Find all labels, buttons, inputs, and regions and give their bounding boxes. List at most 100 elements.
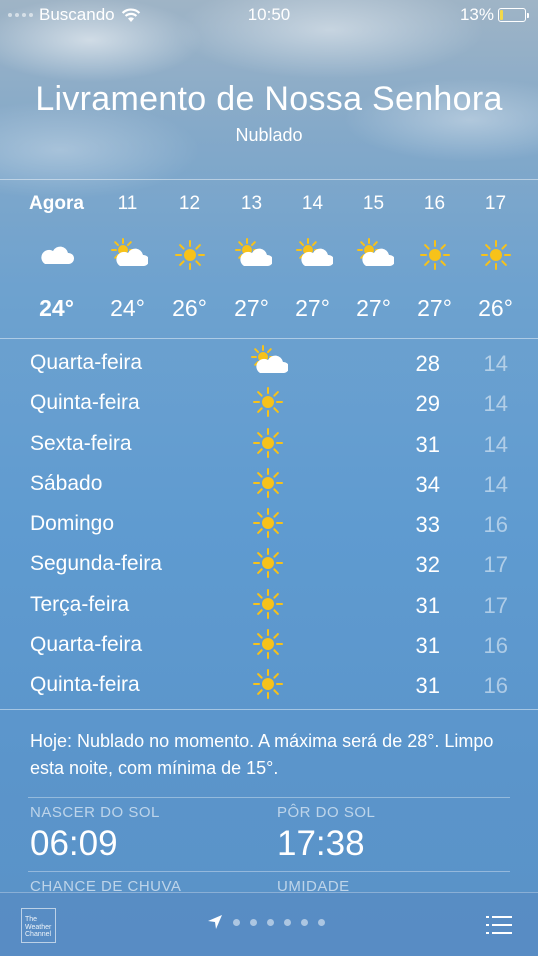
sun-icon xyxy=(248,587,288,621)
page-dot[interactable] xyxy=(284,918,291,926)
hour-temperature: 27° xyxy=(295,295,330,321)
page-indicator[interactable] xyxy=(207,914,325,930)
sun-icon xyxy=(248,466,288,500)
hour-label: Agora xyxy=(29,193,84,214)
battery-icon xyxy=(498,8,529,22)
day-high: 28 xyxy=(415,351,440,376)
day-low: 17 xyxy=(483,552,508,578)
page-dot[interactable] xyxy=(318,918,325,926)
sunrise-value: 06:09 xyxy=(30,824,118,863)
partly-cloudy-icon xyxy=(293,238,334,272)
sun-icon xyxy=(248,385,288,419)
daily-forecast: Quarta-feira 28 14 Quinta-feira 29 14 Sexta-fe… xyxy=(0,343,538,706)
day-row: Terça-feira 31 17 xyxy=(0,585,538,625)
partly-cloudy-icon xyxy=(248,345,290,379)
hour-column: 12 26° xyxy=(159,180,220,338)
hour-column: 14 27° xyxy=(282,180,343,338)
clock: 10:50 xyxy=(247,5,291,24)
partly-cloudy-icon xyxy=(108,238,149,272)
status-bar: Buscando 10:50 13% xyxy=(0,0,538,30)
day-name: Quinta-feira xyxy=(30,673,140,697)
hour-label: 14 xyxy=(301,193,324,214)
hour-column: 13 27° xyxy=(221,180,282,338)
day-high: 31 xyxy=(415,592,440,618)
hour-label: 11 xyxy=(117,193,138,214)
hour-column: 17 26° xyxy=(465,180,526,338)
sun-icon xyxy=(248,506,288,540)
divider xyxy=(28,871,510,872)
sun-icon xyxy=(415,238,455,272)
hour-label: 15 xyxy=(362,193,385,214)
current-condition: Nublado xyxy=(235,125,303,145)
sunrise-detail: NASCER DO SOL 06:09 xyxy=(30,804,260,864)
today-summary: Hoje: Nublado no momento. A máxima será … xyxy=(30,731,494,778)
sun-icon xyxy=(170,238,210,272)
day-high: 32 xyxy=(415,552,440,578)
divider xyxy=(28,797,510,798)
day-row: Sábado 34 14 xyxy=(0,464,538,504)
hour-temperature: 27° xyxy=(356,295,391,321)
cloud-icon xyxy=(37,238,77,272)
partly-cloudy-icon xyxy=(354,238,395,272)
city-list-icon[interactable] xyxy=(486,914,512,936)
day-low: 16 xyxy=(483,512,508,538)
day-high: 31 xyxy=(415,633,440,659)
day-name: Terça-feira xyxy=(30,592,130,616)
day-name: Domingo xyxy=(30,512,115,536)
weather-channel-logo[interactable]: The Weather Channel xyxy=(21,908,56,943)
day-row: Quarta-feira 31 16 xyxy=(0,625,538,665)
sunrise-label: NASCER DO SOL xyxy=(30,804,160,821)
hour-column: Agora 24° xyxy=(26,180,87,338)
hour-temperature: 27° xyxy=(234,295,269,321)
sunset-value: 17:38 xyxy=(277,824,365,863)
day-high: 29 xyxy=(415,391,440,417)
sunset-label: PÔR DO SOL xyxy=(277,804,376,821)
day-row: Quinta-feira 29 14 xyxy=(0,383,538,423)
hour-temperature: 24° xyxy=(110,295,145,321)
city-name: Livramento de Nossa Senhora xyxy=(35,80,503,118)
day-low: 14 xyxy=(483,351,508,376)
location-arrow-icon xyxy=(208,915,222,929)
sun-icon xyxy=(476,238,516,272)
bottom-toolbar: The Weather Channel xyxy=(0,892,538,956)
sun-icon xyxy=(248,426,288,460)
day-name: Quinta-feira xyxy=(30,391,140,415)
day-low: 16 xyxy=(483,633,508,659)
day-name: Sexta-feira xyxy=(30,431,132,455)
hour-temperature: 24° xyxy=(39,295,74,321)
day-high: 33 xyxy=(415,512,440,538)
sunset-detail: PÔR DO SOL 17:38 xyxy=(277,804,507,864)
hour-label: 17 xyxy=(484,193,507,214)
sun-icon xyxy=(248,546,288,580)
day-low: 14 xyxy=(483,471,508,497)
hourly-forecast[interactable]: Agora 24° 11 24° 12 26° 13 27° 14 27° 15 27° 16 27° 17… xyxy=(0,180,538,338)
sun-icon xyxy=(248,627,288,661)
partly-cloudy-icon xyxy=(232,238,273,272)
day-high: 31 xyxy=(415,431,440,457)
hour-label: 12 xyxy=(178,193,201,214)
day-name: Quarta-feira xyxy=(30,633,143,657)
battery-area: 13% xyxy=(459,5,529,25)
day-row: Quinta-feira 31 16 xyxy=(0,665,538,705)
divider xyxy=(0,338,538,339)
day-row: Quarta-feira 28 14 xyxy=(0,343,538,383)
hour-label: 16 xyxy=(423,193,446,214)
divider xyxy=(0,709,538,710)
page-dot[interactable] xyxy=(233,918,240,926)
day-high: 31 xyxy=(415,673,440,699)
hour-temperature: 26° xyxy=(172,295,207,321)
day-low: 17 xyxy=(483,592,508,618)
page-dot[interactable] xyxy=(301,918,308,926)
day-low: 16 xyxy=(483,673,508,699)
day-high: 34 xyxy=(415,471,440,497)
battery-percent: 13% xyxy=(459,5,494,24)
page-dot[interactable] xyxy=(267,918,274,926)
day-name: Segunda-feira xyxy=(30,552,162,576)
hour-column: 15 27° xyxy=(343,180,404,338)
day-low: 14 xyxy=(483,391,508,417)
day-name: Sábado xyxy=(30,471,103,495)
page-dot[interactable] xyxy=(250,918,257,926)
hour-temperature: 26° xyxy=(478,295,513,321)
sun-icon xyxy=(248,667,288,701)
day-low: 14 xyxy=(483,431,508,457)
